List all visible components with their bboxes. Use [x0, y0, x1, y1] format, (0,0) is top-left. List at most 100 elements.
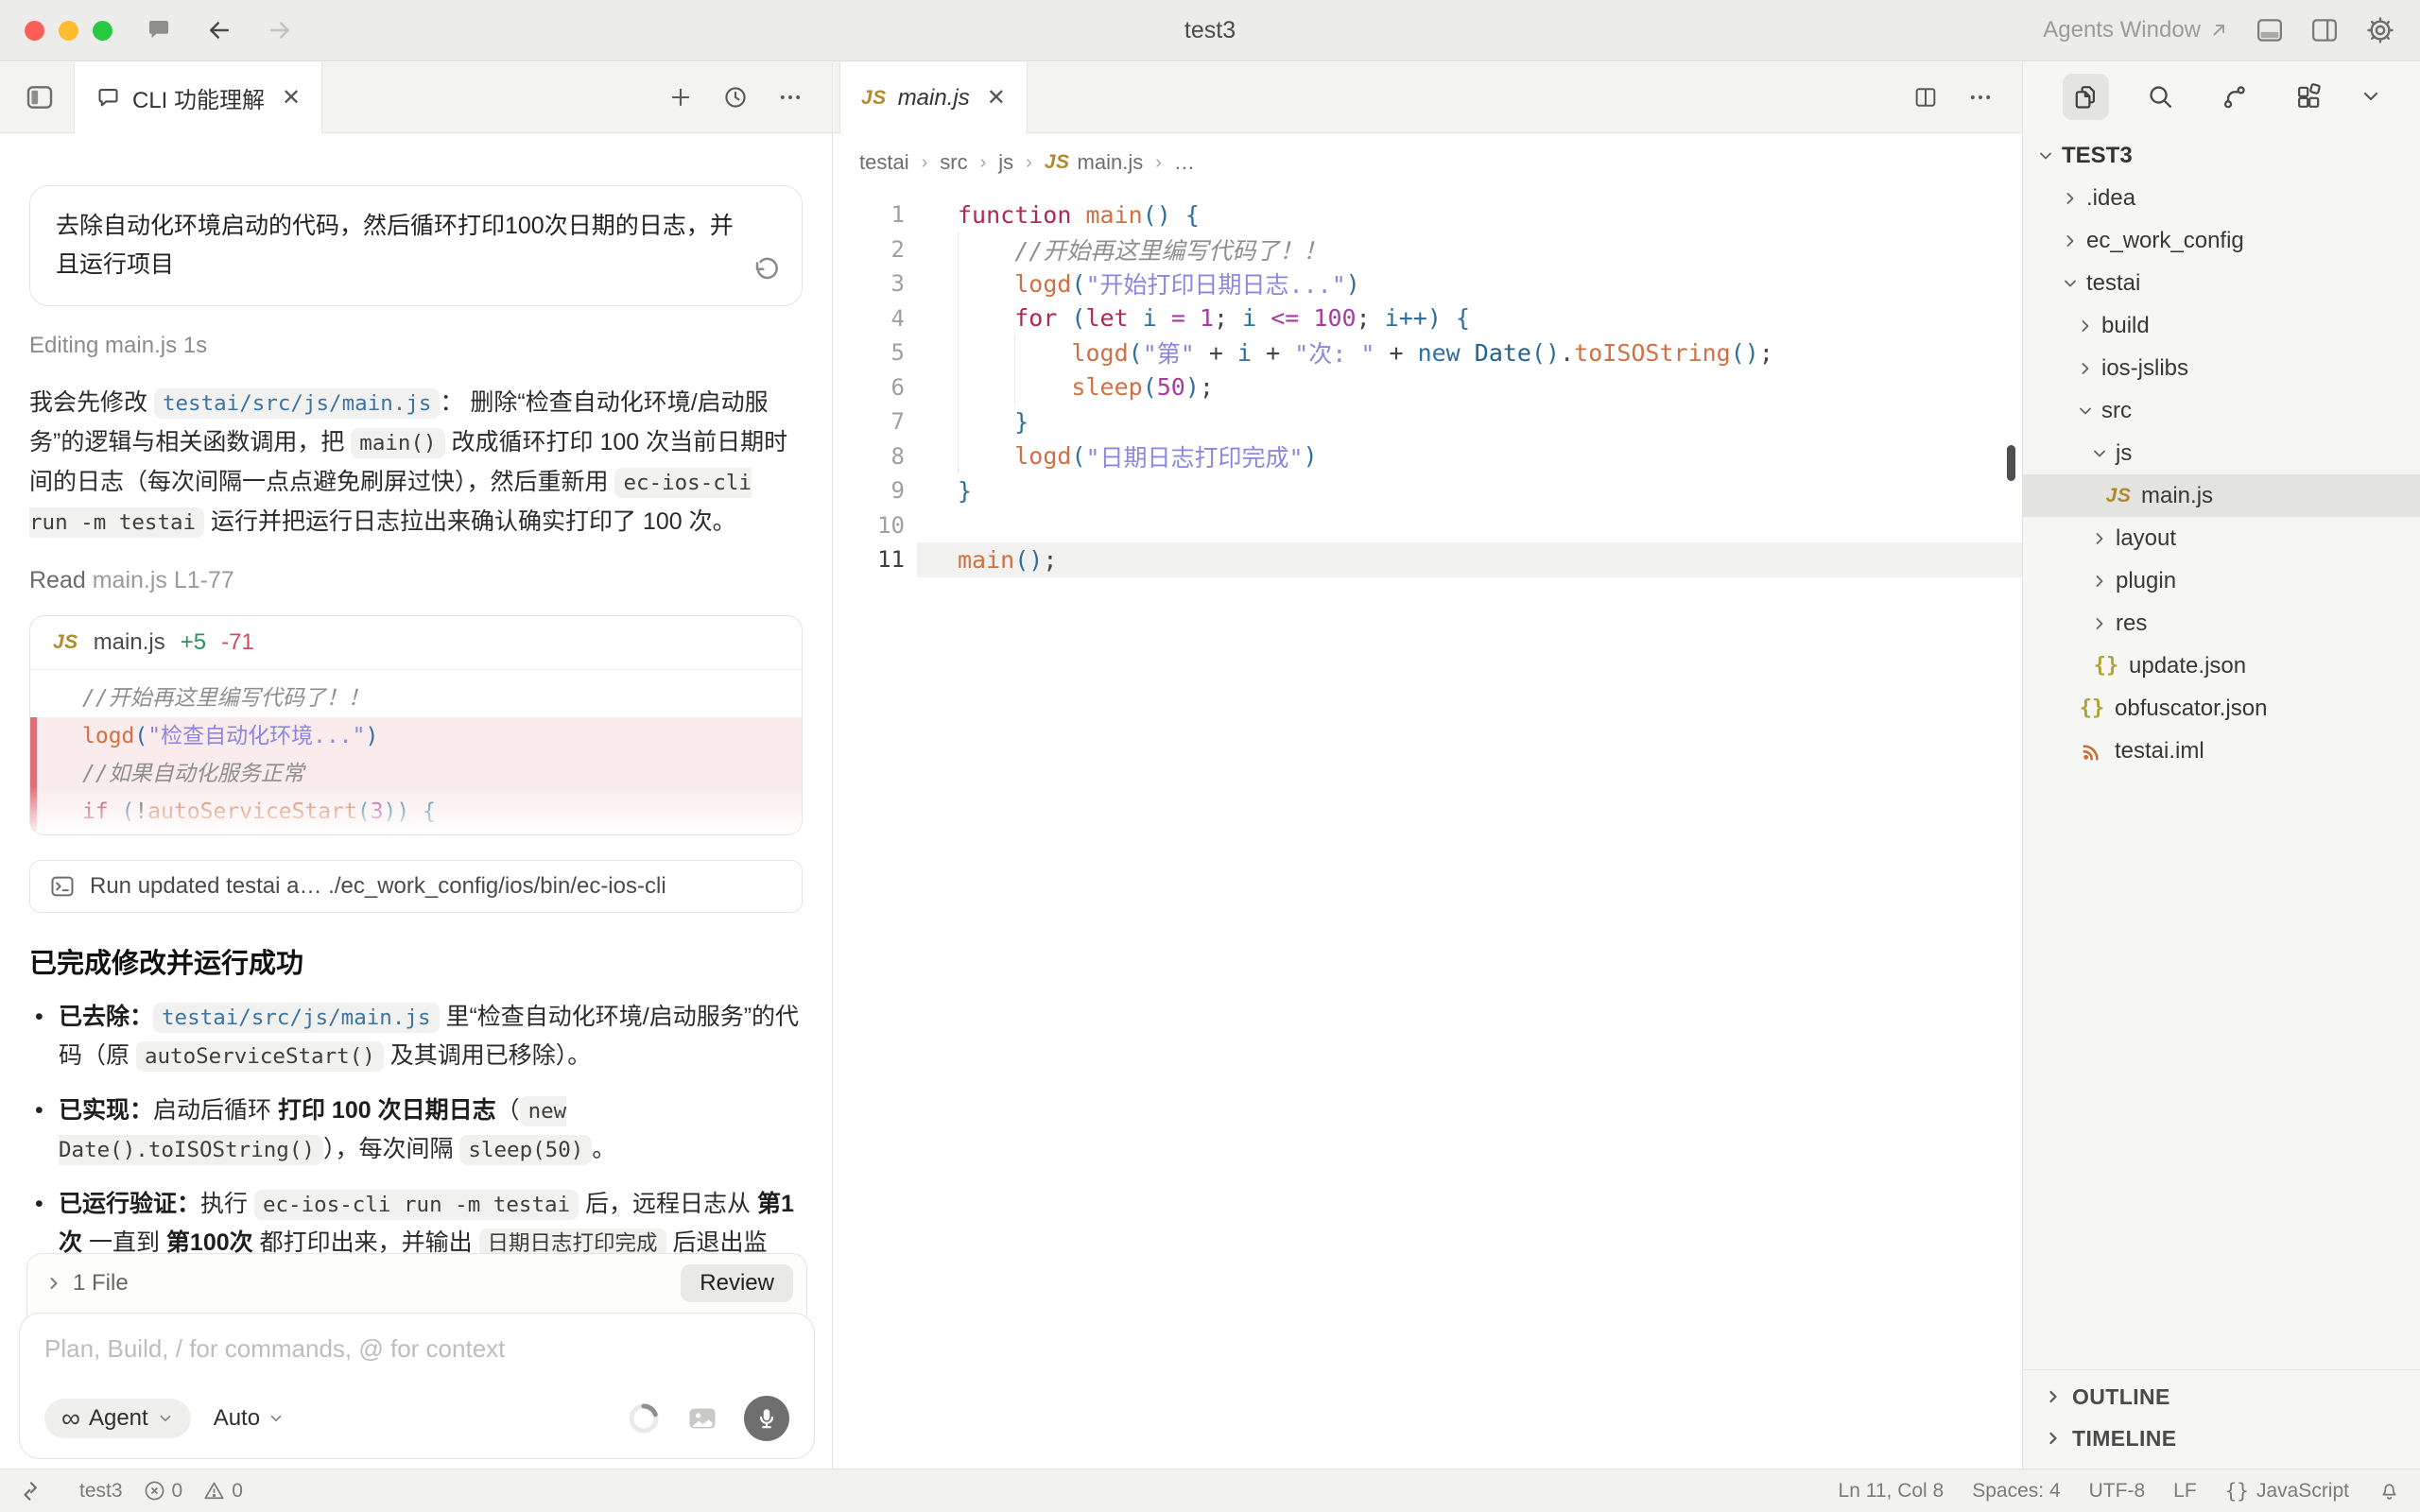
remote-indicator-icon[interactable] — [19, 1479, 43, 1503]
line-number: 9 — [834, 477, 917, 504]
tree-item-testai-iml[interactable]: testai.iml — [2023, 730, 2420, 772]
code-token: i++ — [1385, 304, 1427, 332]
code-token: ( — [134, 724, 147, 748]
diff-card[interactable]: JS main.js +5 -71 //开始再这里编写代码了！！logd("检查… — [29, 615, 803, 835]
timeline-section[interactable]: TIMELINE — [2023, 1418, 2420, 1459]
tree-item-obfuscator-json[interactable]: {}obfuscator.json — [2023, 687, 2420, 730]
breadcrumb-item[interactable]: js — [998, 150, 1013, 175]
image-attach-icon[interactable] — [685, 1401, 719, 1435]
chevron-down-icon[interactable] — [2360, 85, 2382, 108]
tree-item-ios-jslibs[interactable]: ios-jslibs — [2023, 347, 2420, 389]
status-project-name[interactable]: test3 — [79, 1480, 123, 1503]
eol-setting[interactable]: LF — [2173, 1480, 2197, 1503]
close-icon[interactable]: ✕ — [987, 84, 1006, 112]
panel-right-icon[interactable] — [2310, 17, 2339, 43]
code-token: ( — [1071, 270, 1085, 298]
problems-errors[interactable]: 0 — [144, 1480, 183, 1503]
settings-gear-icon[interactable] — [2365, 15, 2395, 45]
new-chat-plus-icon[interactable] — [667, 84, 694, 111]
sidebar-toggle-icon[interactable] — [0, 62, 74, 132]
editor-tab-mainjs[interactable]: JS main.js ✕ — [839, 62, 1028, 133]
close-window-button[interactable] — [25, 21, 44, 41]
code-line[interactable]: 1function main() { — [834, 198, 2022, 232]
tree-item-src[interactable]: src — [2023, 389, 2420, 432]
panel-bottom-icon[interactable] — [2256, 17, 2284, 43]
extensions-icon[interactable] — [2286, 74, 2332, 120]
more-options-icon[interactable] — [777, 84, 804, 111]
model-dropdown[interactable]: Auto — [214, 1405, 285, 1432]
agent-mode-dropdown[interactable]: ∞ Agent — [44, 1399, 191, 1438]
git-branch-icon[interactable] — [2211, 74, 2257, 120]
error-icon — [144, 1480, 165, 1502]
tree-item-label: layout — [2116, 525, 2176, 552]
code-line[interactable]: 6 sleep(50); — [834, 370, 2022, 405]
breadcrumb-item[interactable]: src — [940, 150, 967, 175]
code-token — [1185, 304, 1200, 332]
breadcrumb-item[interactable]: JSmain.js — [1045, 150, 1143, 175]
code-line[interactable]: 9} — [834, 473, 2022, 508]
chat-panel: CLI 功能理解 ✕ 去除自动化环境启动的代码，然后循环打印100次日期的日志，… — [0, 62, 833, 1469]
search-icon[interactable] — [2137, 74, 2184, 120]
editing-status: Editing main.js 1s — [29, 333, 803, 359]
editor-scrollbar-thumb[interactable] — [2007, 445, 2015, 481]
diff-fade-overlay — [30, 785, 802, 834]
review-button[interactable]: Review — [681, 1264, 793, 1302]
tree-item-label: testai.iml — [2115, 738, 2204, 765]
mic-button[interactable] — [744, 1396, 789, 1441]
code-line[interactable]: 11main(); — [834, 542, 2022, 577]
code-line[interactable]: 3 logd("开始打印日期日志...") — [834, 266, 2022, 301]
breadcrumb-item[interactable]: testai — [859, 150, 909, 175]
tree-item-test3[interactable]: TEST3 — [2023, 134, 2420, 177]
problems-warnings[interactable]: 0 — [203, 1480, 243, 1503]
tree-item-idea[interactable]: .idea — [2023, 177, 2420, 219]
agents-window-link[interactable]: Agents Window — [2043, 17, 2229, 43]
language-mode[interactable]: {} JavaScript — [2225, 1480, 2349, 1503]
code-token: } — [1014, 408, 1028, 436]
forward-arrow-icon[interactable] — [266, 16, 294, 44]
code-editor[interactable]: 1function main() {2 //开始再这里编写代码了！！3 logd… — [834, 192, 2022, 577]
tree-item-build[interactable]: build — [2023, 304, 2420, 347]
code-token: //开始再这里编写代码了！！ — [1014, 232, 1326, 266]
zoom-window-button[interactable] — [93, 21, 112, 41]
tree-item-js[interactable]: js — [2023, 432, 2420, 474]
tree-item-layout[interactable]: layout — [2023, 517, 2420, 559]
indentation-setting[interactable]: Spaces: 4 — [1972, 1480, 2060, 1503]
tree-item-testai[interactable]: testai — [2023, 262, 2420, 304]
code-line[interactable]: 10 — [834, 508, 2022, 543]
files-explorer-icon[interactable] — [2063, 74, 2109, 120]
tree-item-main-js[interactable]: JSmain.js — [2023, 474, 2420, 517]
chat-input[interactable] — [44, 1334, 789, 1364]
read-target[interactable]: main.js L1-77 — [93, 567, 234, 593]
back-arrow-icon[interactable] — [205, 16, 233, 44]
outline-section[interactable]: OUTLINE — [2023, 1376, 2420, 1418]
cursor-position[interactable]: Ln 11, Col 8 — [1839, 1480, 1945, 1503]
history-clock-icon[interactable] — [722, 84, 749, 111]
retry-icon[interactable] — [752, 256, 781, 284]
encoding-setting[interactable]: UTF-8 — [2089, 1480, 2146, 1503]
close-icon[interactable]: ✕ — [282, 84, 301, 112]
run-command-row[interactable]: Run updated testai a… ./ec_work_config/i… — [29, 860, 803, 913]
breadcrumb-item[interactable]: … — [1174, 150, 1195, 175]
bell-icon[interactable] — [2377, 1479, 2401, 1503]
code-line[interactable]: 2 //开始再这里编写代码了！！ — [834, 232, 2022, 267]
minimize-window-button[interactable] — [59, 21, 78, 41]
chat-bubble-icon[interactable] — [145, 16, 173, 44]
code-line-text: } — [917, 473, 2022, 508]
more-options-icon[interactable] — [1967, 84, 1994, 111]
split-editor-icon[interactable] — [1912, 84, 1939, 111]
code-line[interactable]: 8 logd("日期日志打印完成") — [834, 439, 2022, 474]
editor-panel: JS main.js ✕ testai›src›js›JSmain.js›… 1… — [834, 62, 2022, 1469]
braces-icon: {} — [2225, 1480, 2249, 1503]
code-line[interactable]: 4 for (let i = 1; i <= 100; i++) { — [834, 301, 2022, 336]
assistant-message: 我会先修改 testai/src/js/main.js： 删除“检查自动化环境/… — [29, 384, 803, 542]
tree-item-ec-work-config[interactable]: ec_work_config — [2023, 219, 2420, 262]
tree-item-plugin[interactable]: plugin — [2023, 559, 2420, 602]
terminal-icon — [49, 873, 76, 900]
code-line[interactable]: 7 } — [834, 404, 2022, 439]
chat-tab[interactable]: CLI 功能理解 ✕ — [74, 62, 322, 133]
tree-item-res[interactable]: res — [2023, 602, 2420, 644]
code-line[interactable]: 5 logd("第" + i + "次: " + new Date().toIS… — [834, 335, 2022, 370]
code-token: sleep — [1071, 373, 1142, 401]
tree-item-update-json[interactable]: {}update.json — [2023, 644, 2420, 687]
chevron-right-icon — [2061, 232, 2080, 250]
